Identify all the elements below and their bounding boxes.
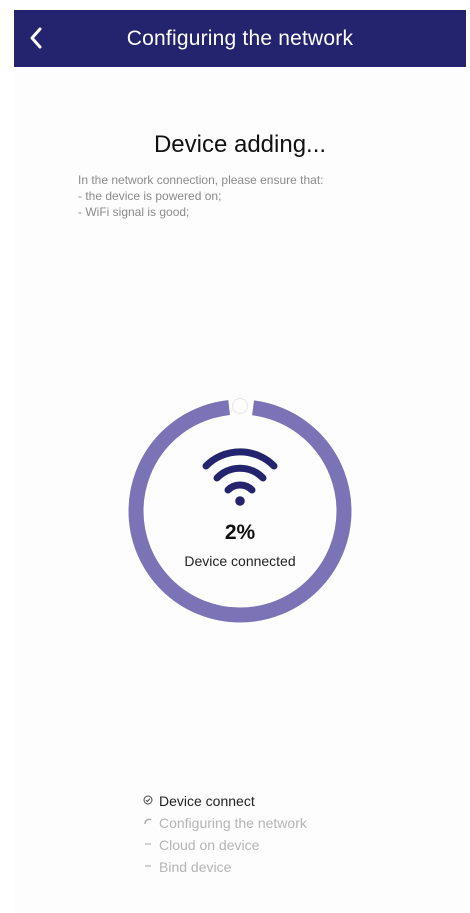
progress-ring: 2% Device connected [126,397,354,625]
spinner-icon [141,817,155,829]
step-device-connect: Device connect [141,790,307,812]
step-label: Configuring the network [159,815,307,831]
progress-indicator [232,398,248,414]
step-label: Bind device [159,859,232,875]
dot-icon [141,861,155,873]
network-notice: In the network connection, please ensure… [78,172,324,220]
dot-icon [141,839,155,851]
notice-line: In the network connection, please ensure… [78,173,324,187]
step-configuring-network: Configuring the network [141,812,307,834]
step-list: Device connect Configuring the network C… [141,790,307,878]
progress-status: Device connected [184,553,296,569]
main-content: Device adding... In the network connecti… [14,67,466,913]
step-label: Device connect [159,793,255,809]
adding-title: Device adding... [153,131,327,158]
top-navigation-bar: Configuring the network [14,10,466,67]
page-title: Configuring the network [126,27,354,50]
progress-ring-graphic [127,398,353,624]
progress-percent: 2% [224,521,256,544]
wifi-icon [202,448,278,506]
check-circle-icon [141,795,155,807]
step-bind-device: Bind device [141,856,307,878]
notice-line: - the device is powered on; [78,189,222,203]
step-cloud-on-device: Cloud on device [141,834,307,856]
notice-line: - WiFi signal is good; [78,205,190,219]
step-label: Cloud on device [159,837,260,853]
